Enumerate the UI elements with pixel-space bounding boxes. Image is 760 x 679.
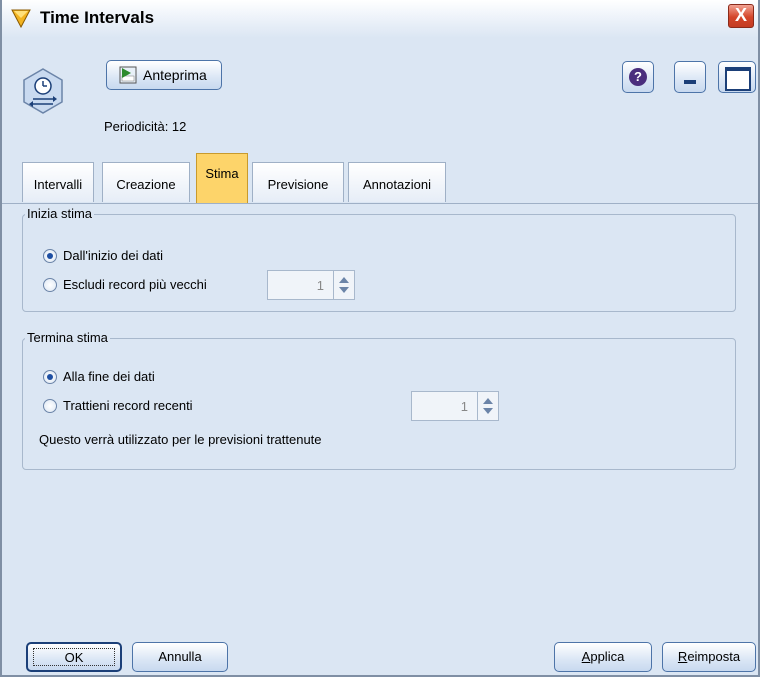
- reset-mnemonic: R: [677, 649, 688, 664]
- dialog-footer: OK Annulla Applica Reimposta: [2, 620, 758, 675]
- close-button[interactable]: X: [728, 4, 754, 28]
- stima-panel: Inizia stima Dall'inizio dei dati Esclud…: [2, 204, 758, 620]
- tab-annotazioni[interactable]: Annotazioni: [348, 162, 446, 202]
- exclude-oldest-stepper[interactable]: [333, 271, 354, 299]
- start-estimate-group: Inizia stima Dall'inizio dei dati Esclud…: [22, 206, 736, 312]
- to-end-label: Alla fine dei dati: [63, 369, 155, 384]
- spinner-down-icon[interactable]: [483, 408, 493, 414]
- clock-node-icon: [23, 68, 63, 114]
- reset-label: eimposta: [687, 649, 741, 664]
- hold-recent-radio[interactable]: [43, 399, 57, 413]
- exclude-oldest-radio[interactable]: [43, 278, 57, 292]
- start-estimate-legend: Inizia stima: [25, 206, 95, 221]
- end-estimate-group: Termina stima Alla fine dei dati Trattie…: [22, 330, 736, 470]
- cancel-label: Annulla: [158, 649, 202, 664]
- hold-recent-spinner[interactable]: 1: [411, 391, 499, 421]
- close-icon: X: [734, 5, 747, 25]
- from-start-radio[interactable]: [43, 249, 57, 263]
- play-preview-icon: [119, 66, 137, 84]
- spinner-up-icon[interactable]: [339, 277, 349, 283]
- minimize-icon: [684, 80, 696, 84]
- time-intervals-dialog: Time Intervals X Anteprima Periodicità: …: [0, 0, 760, 677]
- tab-stima[interactable]: Stima: [196, 153, 248, 204]
- focus-rectangle: [33, 648, 115, 666]
- tab-creazione[interactable]: Creazione: [102, 162, 190, 202]
- maximize-button[interactable]: [718, 61, 756, 93]
- preview-button[interactable]: Anteprima: [106, 60, 222, 90]
- maximize-icon: [725, 67, 751, 91]
- window-title: Time Intervals: [40, 8, 155, 27]
- ok-button[interactable]: OK: [26, 642, 122, 672]
- help-button[interactable]: ?: [622, 61, 654, 93]
- exclude-oldest-spinner[interactable]: 1: [267, 270, 355, 300]
- exclude-oldest-label: Escludi record più vecchi: [63, 277, 207, 292]
- title-bar: Time Intervals X: [2, 0, 758, 38]
- from-start-label: Dall'inizio dei dati: [63, 248, 164, 263]
- tab-previsione[interactable]: Previsione: [252, 162, 344, 202]
- time-intervals-node-icon: [11, 9, 31, 29]
- to-end-radio[interactable]: [43, 370, 57, 384]
- hold-recent-value: 1: [460, 399, 468, 414]
- holdout-note: Questo verrà utilizzato per le prevision…: [39, 432, 322, 447]
- spinner-up-icon[interactable]: [483, 398, 493, 404]
- exclude-oldest-value: 1: [316, 278, 324, 293]
- end-estimate-legend: Termina stima: [25, 330, 110, 345]
- help-icon: ?: [629, 68, 647, 86]
- cancel-button[interactable]: Annulla: [132, 642, 228, 672]
- apply-button[interactable]: Applica: [554, 642, 652, 672]
- minimize-button[interactable]: [674, 61, 706, 93]
- spinner-down-icon[interactable]: [339, 287, 349, 293]
- periodicity-label: Periodicità: 12: [104, 119, 187, 134]
- tab-intervalli[interactable]: Intervalli: [22, 162, 94, 202]
- preview-label: Anteprima: [143, 67, 207, 83]
- hold-recent-label: Trattieni record recenti: [63, 398, 193, 413]
- hold-recent-stepper[interactable]: [477, 392, 498, 420]
- reset-button[interactable]: Reimposta: [662, 642, 756, 672]
- apply-label: pplica: [590, 649, 625, 664]
